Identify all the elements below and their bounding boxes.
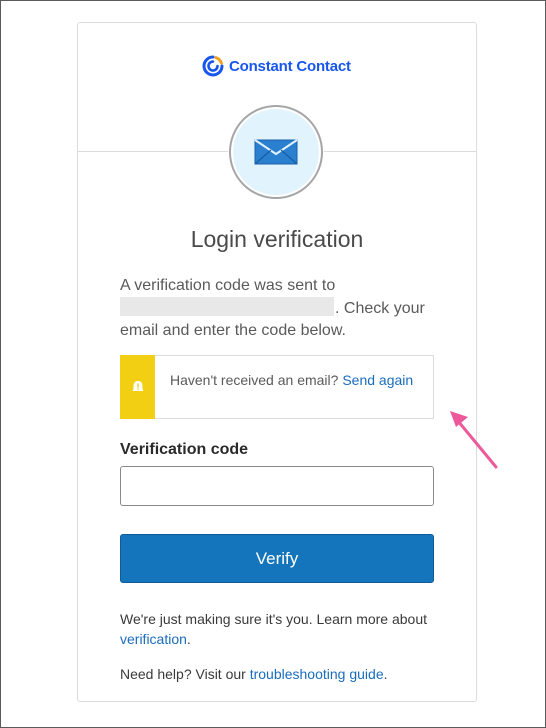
- verification-code-input[interactable]: [120, 466, 434, 506]
- brand-name: Constant Contact: [229, 57, 351, 75]
- help-period: .: [383, 666, 388, 682]
- troubleshooting-guide-link[interactable]: troubleshooting guide: [250, 666, 384, 682]
- message-start: A verification code was sent to: [120, 277, 336, 294]
- callout-text: Haven't received an email? Send again: [170, 370, 420, 390]
- footer-help-note: Need help? Visit our troubleshooting gui…: [120, 664, 440, 684]
- divider: [78, 151, 228, 152]
- login-card: Constant Contact Login verification A ve…: [77, 22, 498, 702]
- callout-message: Haven't received an email?: [170, 372, 339, 388]
- footer-text: We're just making sure it's you. Learn m…: [120, 611, 428, 627]
- warning-icon: [132, 381, 143, 391]
- verification-message: A verification code was sent to . Check …: [120, 275, 440, 342]
- verify-button[interactable]: Verify: [120, 534, 434, 583]
- footer-period: .: [186, 631, 191, 647]
- callout-warning-bar: [120, 355, 155, 419]
- redacted-email: [120, 297, 334, 316]
- footer-verification-note: We're just making sure it's you. Learn m…: [120, 609, 440, 649]
- email-icon-badge: [229, 105, 323, 199]
- divider: [324, 151, 476, 152]
- page-title: Login verification: [190, 226, 364, 252]
- annotation-arrow-icon: [450, 411, 498, 469]
- verification-code-label: Verification code: [120, 441, 249, 458]
- constant-contact-logo-icon: [202, 55, 224, 77]
- envelope-icon: [254, 139, 298, 165]
- brand-logo: Constant Contact: [202, 53, 351, 79]
- resend-callout: Haven't received an email? Send again: [120, 355, 434, 419]
- help-text: Need help? Visit our: [120, 666, 246, 682]
- send-again-link[interactable]: Send again: [342, 372, 413, 388]
- verification-link[interactable]: verification: [120, 631, 187, 647]
